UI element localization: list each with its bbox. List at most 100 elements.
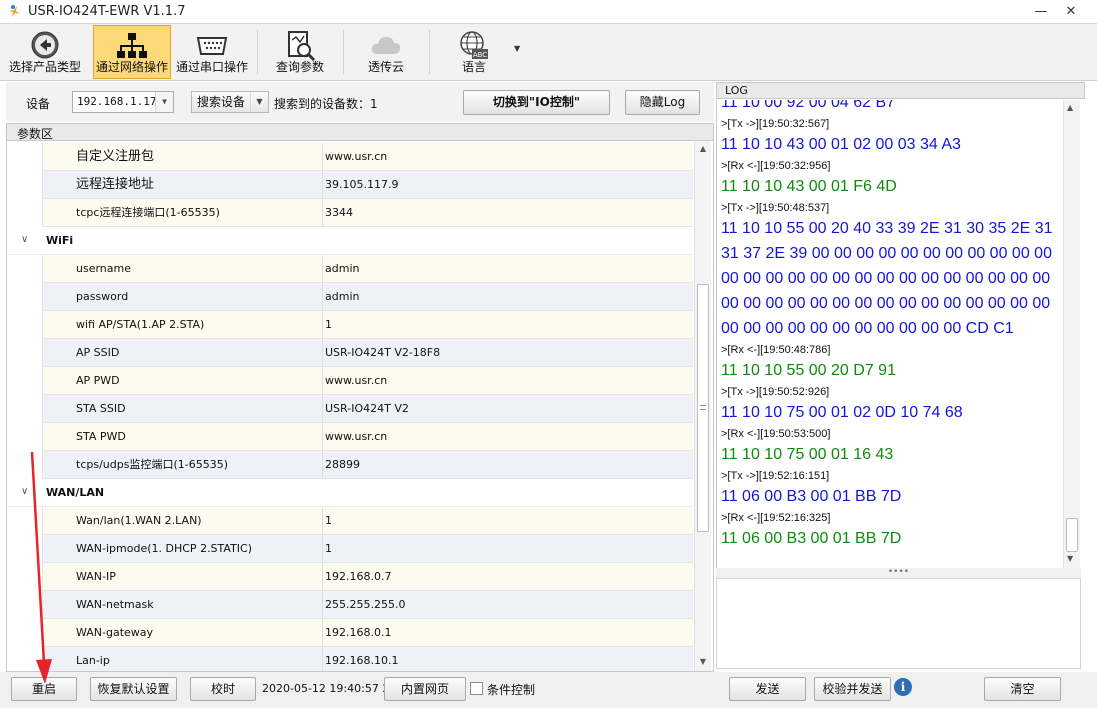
log-line: 00 00 00 00 00 00 00 00 00 00 00 00 00 0…: [721, 270, 1051, 287]
toolbar-label: 透传云: [367, 60, 404, 74]
log-scrollbar[interactable]: ▲ ▼: [1063, 100, 1080, 568]
param-value[interactable]: 192.168.10.1: [322, 647, 693, 671]
device-label: 设备: [26, 97, 51, 111]
param-value[interactable]: www.usr.cn: [322, 367, 693, 395]
datetime-display: 2020-05-12 19:40:57 2: [262, 682, 390, 695]
param-value[interactable]: 1: [322, 507, 693, 535]
param-row[interactable]: WAN-ipmode(1. DHCP 2.STATIC) 1: [7, 535, 693, 563]
category-wifi[interactable]: ∨ WiFi: [7, 227, 693, 255]
log-line: >[Tx ->][19:52:16:151]: [721, 470, 830, 482]
param-value[interactable]: 1: [322, 311, 693, 339]
param-row[interactable]: tcps/udps监控端口(1-65535) 28899: [7, 451, 693, 479]
scroll-up-arrow-icon[interactable]: ▲: [1067, 103, 1073, 112]
category-wan-lan[interactable]: ∨ WAN/LAN: [7, 479, 693, 507]
param-row[interactable]: STA PWD www.usr.cn: [7, 423, 693, 451]
param-value[interactable]: admin: [322, 283, 693, 311]
param-value[interactable]: 1: [322, 535, 693, 563]
restart-button[interactable]: 重启: [11, 677, 77, 701]
switch-io-control-button[interactable]: 切换到"IO控制": [463, 90, 610, 115]
log-line: 11 10 10 75 00 01 16 43: [721, 446, 894, 463]
log-line: 11 10 10 43 00 01 F6 4D: [721, 178, 897, 195]
window-title: USR-IO424T-EWR V1.1.7: [28, 4, 186, 19]
send-input[interactable]: [716, 578, 1081, 669]
toolbar-divider: [429, 30, 430, 74]
toolbar: 选择产品类型 通过网络操作 通过串口操作 查询参数 透传云 ABC 语言 ▼: [0, 24, 1097, 81]
log-line: 11 06 00 B3 00 01 BB 7D: [721, 530, 902, 547]
check-and-send-button[interactable]: 校验并发送: [814, 677, 891, 701]
hide-log-button[interactable]: 隐藏Log: [625, 90, 700, 115]
search-device-button[interactable]: 搜索设备 ▼: [191, 91, 269, 113]
scroll-down-arrow-icon[interactable]: ▼: [695, 654, 711, 670]
restore-default-button[interactable]: 恢复默认设置: [90, 677, 177, 701]
scroll-thumb[interactable]: [697, 284, 709, 532]
param-value[interactable]: admin: [322, 255, 693, 283]
toolbar-query-params[interactable]: 查询参数: [262, 25, 338, 79]
param-value[interactable]: 28899: [322, 451, 693, 479]
toolbar-language[interactable]: ABC 语言: [434, 25, 514, 79]
device-ip-select[interactable]: 192.168.1.177 ▼: [72, 91, 174, 113]
search-device-label: 搜索设备: [197, 95, 246, 109]
clear-button[interactable]: 清空: [984, 677, 1061, 701]
param-value[interactable]: USR-IO424T V2-18F8: [322, 339, 693, 367]
scroll-thumb[interactable]: [1066, 518, 1078, 552]
log-splitter[interactable]: ••••: [716, 568, 1081, 578]
param-value[interactable]: 39.105.117.9: [322, 171, 693, 199]
param-name: WAN-netmask: [42, 591, 322, 619]
param-row[interactable]: WAN-gateway 192.168.0.1: [7, 619, 693, 647]
close-button[interactable]: ✕: [1060, 2, 1082, 22]
log-line: 00 00 00 00 00 00 00 00 00 00 00 00 00 0…: [721, 295, 1051, 312]
log-line: >[Rx <-][19:50:48:786]: [721, 344, 831, 356]
param-row[interactable]: 自定义注册包 www.usr.cn: [7, 143, 693, 171]
toolbar-label: 选择产品类型: [8, 60, 81, 74]
collapse-chevron-icon[interactable]: ∨: [21, 486, 28, 497]
param-row[interactable]: AP SSID USR-IO424T V2-18F8: [7, 339, 693, 367]
toolbar-serial-operation[interactable]: 通过串口操作: [173, 25, 251, 79]
condition-control-label: 条件控制: [487, 683, 536, 697]
param-row[interactable]: tcpc远程连接端口(1-65535) 3344: [7, 199, 693, 227]
param-scrollbar[interactable]: ▲ ▼: [694, 141, 711, 671]
chevron-down-icon[interactable]: ▼: [250, 92, 268, 112]
param-row[interactable]: WAN-IP 192.168.0.7: [7, 563, 693, 591]
toolbar-network-operation[interactable]: 通过网络操作: [93, 25, 171, 79]
param-value[interactable]: 192.168.0.1: [322, 619, 693, 647]
condition-control-checkbox[interactable]: [470, 682, 483, 695]
param-name: username: [42, 255, 322, 283]
language-dropdown-chevron-icon[interactable]: ▼: [514, 44, 520, 53]
log-line: >[Tx ->][19:50:48:537]: [721, 202, 830, 214]
param-value[interactable]: 3344: [322, 199, 693, 227]
param-value[interactable]: www.usr.cn: [322, 143, 693, 171]
toolbar-cloud[interactable]: 透传云: [348, 25, 424, 79]
param-name: 远程连接地址: [42, 171, 322, 199]
param-row[interactable]: wifi AP/STA(1.AP 2.STA) 1: [7, 311, 693, 339]
param-row[interactable]: Lan-ip 192.168.10.1: [7, 647, 693, 671]
send-button[interactable]: 发送: [729, 677, 806, 701]
toolbar-divider: [343, 30, 344, 74]
log-line: >[Tx ->][19:50:32:567]: [721, 118, 830, 130]
param-value[interactable]: USR-IO424T V2: [322, 395, 693, 423]
collapse-chevron-icon[interactable]: ∨: [21, 234, 28, 245]
param-row[interactable]: Wan/lan(1.WAN 2.LAN) 1: [7, 507, 693, 535]
log-header: LOG: [716, 82, 1085, 99]
time-sync-button[interactable]: 校时: [190, 677, 256, 701]
param-value[interactable]: www.usr.cn: [322, 423, 693, 451]
param-row[interactable]: STA SSID USR-IO424T V2: [7, 395, 693, 423]
log-line: 11 10 10 55 00 20 40 33 39 2E 31 30 35 2…: [721, 220, 1053, 237]
param-value[interactable]: 192.168.0.7: [322, 563, 693, 591]
info-icon[interactable]: i: [894, 678, 912, 696]
minimize-button[interactable]: —: [1030, 2, 1052, 22]
scroll-up-arrow-icon[interactable]: ▲: [695, 141, 711, 157]
chevron-down-icon[interactable]: ▼: [155, 92, 173, 112]
param-row[interactable]: WAN-netmask 255.255.255.0: [7, 591, 693, 619]
param-row[interactable]: username admin: [7, 255, 693, 283]
param-row[interactable]: password admin: [7, 283, 693, 311]
category-title: WiFi: [46, 234, 74, 247]
log-title: LOG: [725, 84, 748, 97]
param-value[interactable]: 255.255.255.0: [322, 591, 693, 619]
scroll-down-arrow-icon[interactable]: ▼: [1067, 554, 1073, 563]
param-name: Lan-ip: [42, 647, 322, 671]
log-output[interactable]: 11 10 00 92 00 04 62 B7 >[Tx ->][19:50:3…: [716, 100, 1081, 568]
builtin-web-button[interactable]: 内置网页: [384, 677, 466, 701]
param-row[interactable]: AP PWD www.usr.cn: [7, 367, 693, 395]
toolbar-select-product-type[interactable]: 选择产品类型: [4, 25, 86, 79]
param-row[interactable]: 远程连接地址 39.105.117.9: [7, 171, 693, 199]
